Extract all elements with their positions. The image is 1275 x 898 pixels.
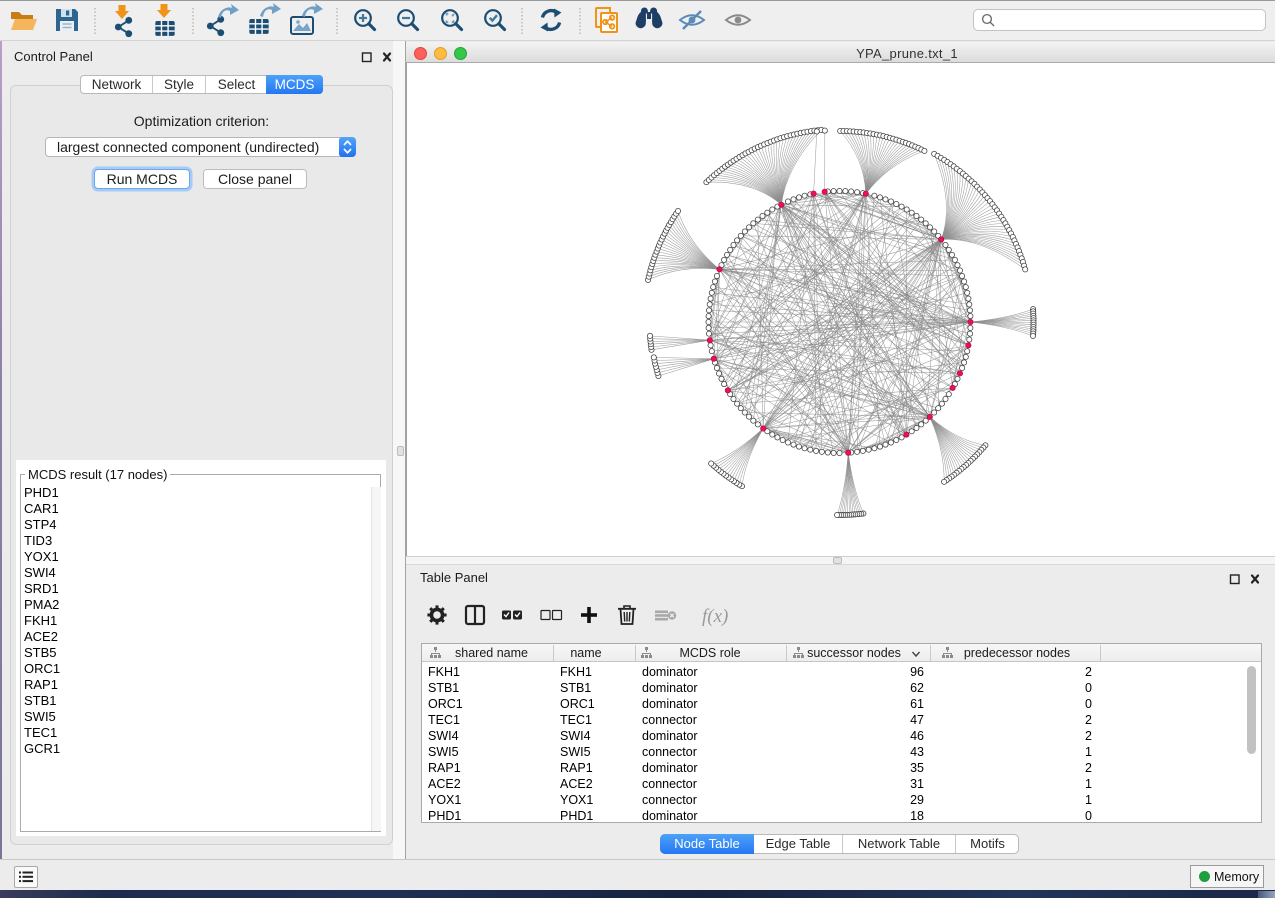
svg-text:f(x): f(x) bbox=[702, 606, 728, 627]
